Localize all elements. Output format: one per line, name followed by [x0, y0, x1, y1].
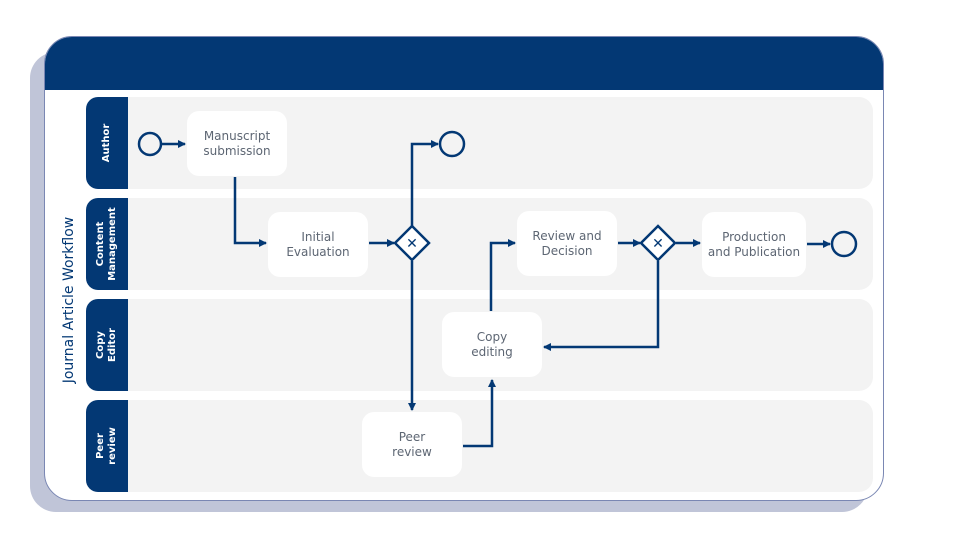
flow-peer-review-to-copy-editing — [463, 379, 496, 448]
exclusive-gateway-x-icon: ✕ — [406, 236, 418, 252]
gateway-1: ✕ — [393, 224, 431, 262]
flow-copy-editing-to-review — [489, 239, 516, 311]
flow-gateway-to-copy-editing — [543, 261, 660, 351]
end-event-icon — [830, 230, 858, 258]
flow-layer: ✕ ✕ — [137, 130, 858, 448]
end-event-icon — [438, 130, 466, 158]
exclusive-gateway-x-icon: ✕ — [652, 236, 664, 252]
start-event-icon — [137, 131, 163, 157]
flow-gateway-to-end — [410, 140, 439, 226]
flow-submission-to-evaluation — [233, 177, 267, 247]
gateway-2: ✕ — [639, 224, 677, 262]
